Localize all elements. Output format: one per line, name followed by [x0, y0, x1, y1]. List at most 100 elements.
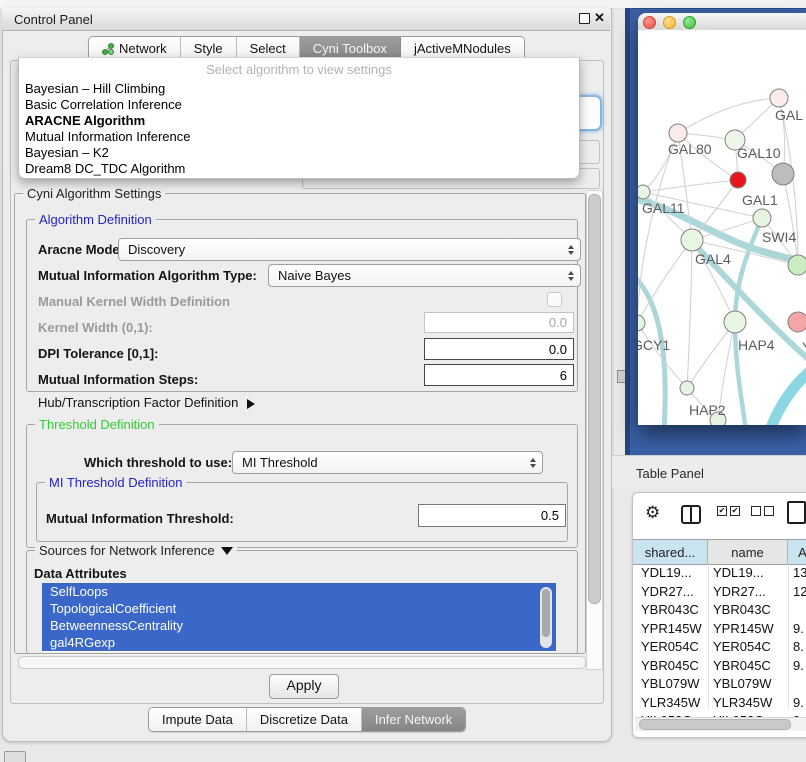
mi-steps-label: Mutual Information Steps:	[38, 372, 198, 387]
table-cell: YBR043C	[713, 602, 771, 617]
aracne-mode-combobox[interactable]: Discovery	[118, 238, 581, 261]
tab-label: Impute Data	[162, 712, 233, 727]
node-label: HAP2	[689, 402, 726, 418]
which-threshold-combobox[interactable]: MI Threshold	[232, 451, 543, 474]
data-attribute-item[interactable]: SelfLoops	[42, 583, 556, 600]
mi-threshold-field[interactable]: 0.5	[418, 504, 566, 527]
manual-kernel-label: Manual Kernel Width Definition	[38, 294, 230, 309]
manual-kernel-checkbox[interactable]	[547, 292, 562, 307]
tab-discretize-data[interactable]: Discretize Data	[247, 708, 362, 731]
float-icon[interactable]	[579, 13, 590, 24]
hub-definition-expander[interactable]: Hub/Transcription Factor Definition	[38, 395, 255, 410]
node-gal1[interactable]	[753, 209, 771, 227]
table-cell: 8.	[793, 639, 804, 654]
table-cell: YLR345W	[713, 695, 772, 710]
table-cell: 9.	[793, 621, 804, 636]
node-label: GAL1	[742, 192, 778, 208]
node-pink-right[interactable]	[788, 312, 806, 332]
settings-vertical-scrollbar-thumb[interactable]	[588, 194, 601, 604]
node-pink-top[interactable]	[770, 89, 788, 107]
algorithm-option[interactable]: Bayesian – Hill Climbing	[19, 81, 579, 97]
table-row[interactable]: YBR045CYBR045C9.	[633, 656, 806, 675]
tab-impute-data[interactable]: Impute Data	[149, 708, 247, 731]
table-body: YDL19...YDL19...13YDR27...YDR27...12YBR0…	[633, 563, 806, 717]
table-row[interactable]: YER054CYER054C8.	[633, 637, 806, 656]
node-hap4[interactable]	[724, 311, 746, 333]
traffic-light-minimize-icon[interactable]	[663, 16, 676, 29]
node-gal80[interactable]	[669, 124, 687, 142]
group-title[interactable]: Sources for Network Inference	[35, 543, 237, 558]
node-label: GAL80	[668, 141, 712, 157]
node-label: GAL4	[695, 251, 731, 267]
table-cell: 13	[793, 565, 806, 580]
column-header[interactable]: shared...	[633, 540, 708, 564]
table-row[interactable]: YBL079WYBL079W	[633, 674, 806, 693]
data-attribute-item[interactable]: BetweennessCentrality	[42, 617, 556, 634]
minimized-panel-icon[interactable]	[4, 751, 26, 762]
algorithm-option[interactable]: Dream8 DC_TDC Algorithm	[19, 161, 579, 177]
data-attribute-item[interactable]: gal4RGexp	[42, 634, 556, 651]
attributes-scrollbar-thumb[interactable]	[542, 589, 550, 637]
hub-definition-label: Hub/Transcription Factor Definition	[38, 395, 238, 410]
group-title: Cyni Algorithm Settings	[23, 186, 165, 201]
split-pane-icon[interactable]	[681, 505, 701, 524]
node-gal11[interactable]	[638, 185, 650, 199]
table-row[interactable]: YDR27...YDR27...12	[633, 582, 806, 601]
table-row[interactable]: YPR145WYPR145W9.	[633, 619, 806, 638]
table-horizontal-scrollbar-thumb[interactable]	[639, 719, 791, 730]
select-all-icon[interactable]: ✔	[717, 506, 727, 516]
mi-steps-field[interactable]: 6	[424, 364, 574, 386]
close-icon[interactable]: ✕	[594, 10, 605, 26]
algorithm-dropdown-placeholder: Select algorithm to view settings	[19, 58, 579, 81]
node-label: Y	[802, 339, 806, 355]
which-threshold-value: MI Threshold	[242, 455, 318, 470]
table-row[interactable]: YLR345WYLR345W9.	[633, 693, 806, 712]
deselect-all-icon[interactable]	[764, 506, 774, 516]
table-row[interactable]: YDL19...YDL19...13	[633, 563, 806, 582]
algorithm-dropdown-open[interactable]: Select algorithm to view settings Bayesi…	[18, 57, 580, 179]
algorithm-dropdown-list: Bayesian – Hill ClimbingBasic Correlatio…	[19, 81, 579, 177]
network-canvas[interactable]: GALGAL80GAL10GAL1GAL11SWI4GAL4GCY1HAP4YH…	[638, 30, 806, 425]
node-label: GAL11	[642, 200, 685, 216]
column-header[interactable]: name	[708, 540, 788, 564]
node-gal4[interactable]	[681, 229, 703, 251]
table-panel-title: Table Panel	[636, 466, 704, 481]
algorithm-option[interactable]: Mutual Information Inference	[19, 129, 579, 145]
settings-horizontal-scrollbar-thumb[interactable]	[18, 656, 586, 669]
column-divider	[708, 563, 709, 709]
panel-title: Control Panel	[14, 12, 93, 27]
gear-icon[interactable]: ⚙	[645, 503, 660, 523]
node-gcy1[interactable]	[638, 315, 645, 331]
traffic-light-zoom-icon[interactable]	[683, 16, 696, 29]
algorithm-option[interactable]: Bayesian – K2	[19, 145, 579, 161]
node-label: GCY1	[638, 337, 670, 353]
deselect-all-icon[interactable]	[751, 506, 761, 516]
stepper-icon	[568, 271, 574, 281]
table-cell: YBR045C	[641, 658, 699, 673]
dpi-tolerance-field[interactable]: 0.0	[424, 338, 574, 360]
node-label: GAL	[775, 107, 803, 123]
node-swi4[interactable]	[788, 255, 806, 275]
algorithm-option[interactable]: Basic Correlation Inference	[19, 97, 579, 113]
apply-button[interactable]: Apply	[269, 674, 339, 699]
mi-type-value: Naive Bayes	[278, 268, 351, 283]
column-header[interactable]: A	[788, 540, 806, 564]
tab-infer-network[interactable]: Infer Network	[362, 708, 465, 731]
kernel-width-field[interactable]: 0.0	[424, 312, 574, 333]
table-row[interactable]: YBR043CYBR043C	[633, 600, 806, 619]
control-panel-titlebar	[2, 8, 610, 31]
mi-type-combobox[interactable]: Naive Bayes	[268, 264, 581, 287]
node-red[interactable]	[730, 172, 746, 188]
traffic-light-close-icon[interactable]	[643, 16, 656, 29]
node-gray[interactable]	[772, 163, 794, 185]
table-cell: 9.	[793, 658, 804, 673]
document-icon[interactable]	[787, 501, 806, 524]
kernel-width-label: Kernel Width (0,1):	[38, 320, 153, 335]
aracne-mode-label: Aracne Mode:	[38, 242, 124, 257]
algorithm-option[interactable]: ARACNE Algorithm	[19, 113, 579, 129]
select-all-icon[interactable]: ✔	[730, 506, 740, 516]
data-attribute-item[interactable]: TopologicalCoefficient	[42, 600, 556, 617]
table-cell: YPR145W	[641, 621, 702, 636]
node-hap2[interactable]	[680, 381, 694, 395]
data-attributes-label: Data Attributes	[34, 566, 127, 581]
